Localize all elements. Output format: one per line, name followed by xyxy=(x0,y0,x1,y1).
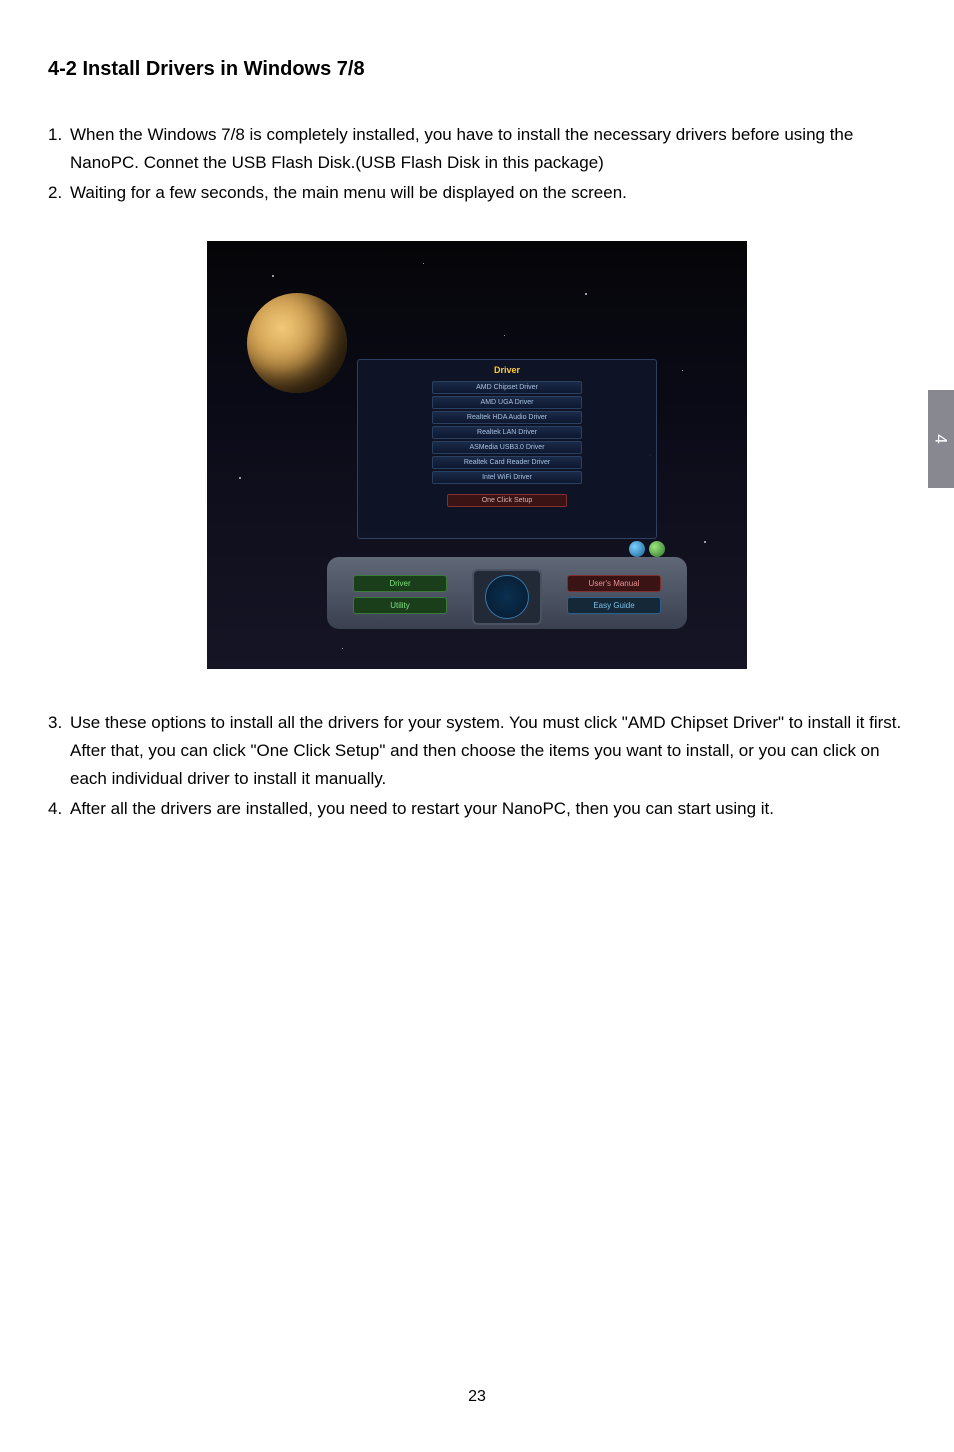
users-manual-button[interactable]: User's Manual xyxy=(567,575,661,592)
step-number: 4. xyxy=(48,795,70,823)
planet-graphic xyxy=(247,293,347,393)
driver-list: AMD Chipset Driver AMD UGA Driver Realte… xyxy=(358,378,656,484)
step-number: 1. xyxy=(48,121,70,177)
screenshot-container: Driver AMD Chipset Driver AMD UGA Driver… xyxy=(48,241,906,669)
star-decoration xyxy=(239,477,241,479)
step-text: When the Windows 7/8 is completely insta… xyxy=(70,121,906,177)
star-decoration xyxy=(272,275,274,277)
installer-screenshot: Driver AMD Chipset Driver AMD UGA Driver… xyxy=(207,241,747,669)
driver-panel: Driver AMD Chipset Driver AMD UGA Driver… xyxy=(357,359,657,539)
driver-item-intel-wifi[interactable]: Intel WiFi Driver xyxy=(432,471,582,484)
section-heading: 4-2 Install Drivers in Windows 7/8 xyxy=(48,58,906,81)
step-number: 3. xyxy=(48,709,70,793)
step-text: Waiting for a few seconds, the main menu… xyxy=(70,179,906,207)
star-decoration xyxy=(585,293,587,295)
driver-item-realtek-hda[interactable]: Realtek HDA Audio Driver xyxy=(432,411,582,424)
console-dock: Driver Utility User's Manual Easy Guide xyxy=(327,543,687,633)
step-item: 3. Use these options to install all the … xyxy=(48,709,906,793)
panel-title: Driver xyxy=(358,360,656,378)
star-decoration xyxy=(423,263,424,264)
page-number: 23 xyxy=(0,1388,954,1406)
step-number: 2. xyxy=(48,179,70,207)
section-tab: 4 xyxy=(928,390,954,488)
easy-guide-button[interactable]: Easy Guide xyxy=(567,597,661,614)
step-item: 4. After all the drivers are installed, … xyxy=(48,795,906,823)
driver-tab-button[interactable]: Driver xyxy=(353,575,447,592)
driver-item-amd-chipset[interactable]: AMD Chipset Driver xyxy=(432,381,582,394)
radar-display xyxy=(472,569,542,625)
star-decoration xyxy=(682,370,683,371)
star-decoration xyxy=(342,648,343,649)
section-tab-number: 4 xyxy=(931,434,951,443)
step-text: Use these options to install all the dri… xyxy=(70,709,906,793)
document-page: 4 4-2 Install Drivers in Windows 7/8 1. … xyxy=(0,0,954,1452)
step-item: 1. When the Windows 7/8 is completely in… xyxy=(48,121,906,177)
driver-item-realtek-lan[interactable]: Realtek LAN Driver xyxy=(432,426,582,439)
one-click-setup-button[interactable]: One Click Setup xyxy=(447,494,567,507)
step-text: After all the drivers are installed, you… xyxy=(70,795,906,823)
star-decoration xyxy=(704,541,706,543)
step-item: 2. Waiting for a few seconds, the main m… xyxy=(48,179,906,207)
star-decoration xyxy=(504,335,505,336)
steps-top: 1. When the Windows 7/8 is completely in… xyxy=(48,121,906,207)
driver-item-asmedia-usb3[interactable]: ASMedia USB3.0 Driver xyxy=(432,441,582,454)
steps-bottom: 3. Use these options to install all the … xyxy=(48,709,906,823)
driver-item-realtek-card-reader[interactable]: Realtek Card Reader Driver xyxy=(432,456,582,469)
radar-circle-icon xyxy=(485,575,529,619)
driver-item-amd-uga[interactable]: AMD UGA Driver xyxy=(432,396,582,409)
utility-tab-button[interactable]: Utility xyxy=(353,597,447,614)
